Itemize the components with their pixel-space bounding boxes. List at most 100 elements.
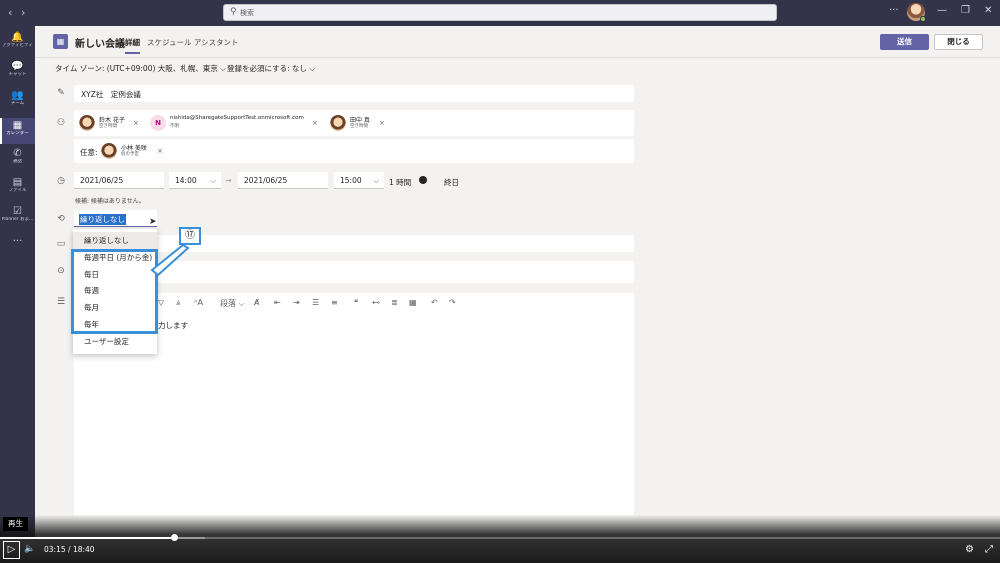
redo-icon[interactable]: ↷ [449, 298, 456, 307]
optional-label: 任意: [80, 148, 98, 157]
settings-gear-icon[interactable]: ⚙ [965, 544, 974, 555]
minimize-button[interactable]: — [937, 5, 947, 16]
search-icon: ⚲ [230, 7, 237, 17]
chevron-down-icon: ⌵ [309, 64, 316, 73]
rail-item-planner[interactable]: ☑ Planner およ... [0, 206, 35, 230]
rail-item-calls[interactable]: ✆ 通話 [0, 148, 35, 172]
highlight-icon[interactable]: ⩓ [176, 298, 181, 308]
numbered-list-icon[interactable]: ≡ [331, 298, 338, 307]
link-icon[interactable]: ⊷ [372, 298, 380, 307]
suggestion-text: 候補: 候補はありません。 [75, 198, 145, 205]
timezone-dropdown[interactable]: タイム ゾーン: (UTC+09:00) 大阪、札幌、東京 ⌵ [55, 63, 226, 74]
arrow-right-icon: → [225, 176, 232, 185]
end-time-field[interactable]: 15:00 ⌵ [334, 172, 384, 189]
avatar [330, 115, 346, 131]
remove-icon[interactable]: × [157, 147, 163, 155]
video-controls [0, 515, 1000, 563]
avatar: N [150, 115, 166, 131]
chat-icon: 💬 [11, 61, 24, 72]
play-tooltip: 再生 [3, 517, 28, 531]
indent-icon[interactable]: ⇥ [293, 298, 300, 307]
all-day-label: 終日 [444, 178, 459, 187]
rail-item-chat[interactable]: 💬 チャット [0, 61, 35, 85]
search-input[interactable]: ⚲ 検索 [223, 4, 777, 21]
paragraph-dropdown[interactable]: 段落 ⌵ [220, 298, 245, 309]
volume-icon[interactable]: 🔈 [24, 544, 35, 554]
attendee-chip[interactable]: 鈴木 花子 空き時間 × [79, 115, 139, 131]
editor-placeholder: 力します [158, 321, 188, 330]
annotation-pointer [150, 243, 190, 277]
planner-icon: ☑ [13, 206, 22, 217]
avatar[interactable] [907, 3, 926, 22]
rail-item-teams[interactable]: 👥 チーム [0, 90, 35, 114]
outdent-icon[interactable]: ⇤ [274, 298, 281, 307]
repeat-dropdown[interactable]: 繰り返しなし [74, 210, 157, 227]
remove-icon[interactable]: × [379, 119, 385, 127]
calendar-icon: ▦ [53, 34, 68, 49]
progress-fill [0, 537, 174, 539]
rail-item-files[interactable]: ▤ ファイル [0, 177, 35, 201]
fullscreen-icon[interactable]: ⤢ [985, 544, 993, 555]
forward-icon[interactable]: › [21, 6, 25, 19]
meeting-header: ▦ 新しい会議 詳細 スケジュール アシスタント 送信 閉じる [35, 26, 1000, 58]
progress-handle[interactable] [171, 534, 178, 541]
channel-icon: ▭ [56, 239, 66, 249]
attendee-chip[interactable]: 小林 美咲 仮の予定 × [101, 143, 171, 159]
clock-icon: ◷ [57, 176, 65, 186]
app-rail: 🔔 アクティビティ 💬 チャット 👥 チーム ▦ カレンダー ✆ 通話 ▤ ファ… [0, 26, 35, 538]
options-bar: タイム ゾーン: (UTC+09:00) 大阪、札幌、東京 ⌵ 登録を必須にする… [35, 58, 1000, 76]
page-title: 新しい会議 [75, 39, 125, 50]
details-icon: ☰ [56, 297, 66, 307]
presence-available-icon [920, 16, 926, 22]
back-icon[interactable]: ‹ [8, 6, 12, 19]
avatar [79, 115, 95, 131]
description-editor[interactable]: ▽ ⩓ ᴬA 段落 ⌵ A̸ ⇤ ⇥ ☰ ≡ ❝ ⊷ ≣ ▦ ↶ ↷ 力します [74, 293, 634, 515]
annotation-highlight-box [71, 249, 158, 334]
remove-icon[interactable]: × [133, 119, 139, 127]
remove-icon[interactable]: × [312, 119, 318, 127]
play-icon: ▷ [7, 544, 16, 555]
table-icon[interactable]: ▦ [409, 298, 417, 307]
location-icon: ⊙ [57, 266, 65, 276]
add-people-icon: ⚇ [56, 118, 66, 128]
attendee-chip[interactable]: 田中 真 空き時間 × [330, 115, 390, 131]
time-display: 03:15 / 18:40 [44, 545, 95, 554]
close-window-button[interactable]: ✕ [984, 5, 992, 16]
play-button[interactable]: ▷ [3, 541, 20, 559]
repeat-icon: ⟲ [57, 214, 65, 224]
format-icon[interactable]: ▽ [158, 298, 164, 307]
clear-format-icon[interactable]: A̸ [254, 298, 259, 307]
all-day-toggle[interactable] [418, 175, 436, 185]
start-time-field[interactable]: 14:00 ⌵ [169, 172, 221, 189]
calendar-icon: ▦ [12, 120, 23, 131]
start-date-field[interactable]: 2021/06/25 [74, 172, 164, 189]
font-size-icon[interactable]: ᴬA [194, 298, 203, 307]
pencil-icon: ✎ [57, 88, 65, 98]
rail-item-more[interactable]: ··· [0, 236, 35, 252]
title-field[interactable]: XYZ社 定例会議 [74, 85, 634, 102]
more-options-icon[interactable]: ··· [889, 5, 899, 16]
end-date-field[interactable]: 2021/06/25 [238, 172, 328, 189]
chevron-down-icon: ⌵ [220, 64, 226, 73]
registration-dropdown[interactable]: 登録を必須にする: なし ⌵ [227, 63, 315, 74]
horizontal-rule-icon[interactable]: ≣ [391, 298, 398, 307]
tab-scheduling-assistant[interactable]: スケジュール アシスタント [147, 37, 239, 48]
close-button[interactable]: 閉じる [934, 34, 983, 50]
bullet-list-icon[interactable]: ☰ [312, 298, 319, 307]
maximize-button[interactable]: ❐ [961, 5, 970, 16]
rail-item-calendar[interactable]: ▦ カレンダー [0, 118, 35, 144]
rail-item-activity[interactable]: 🔔 アクティビティ [0, 32, 35, 56]
tab-details[interactable]: 詳細 [125, 37, 140, 54]
title-bar: ‹ › ⚲ 検索 ··· — ❐ ✕ [0, 0, 1000, 26]
undo-icon[interactable]: ↶ [431, 298, 438, 307]
avatar [101, 143, 117, 159]
quote-icon[interactable]: ❝ [354, 298, 358, 307]
more-icon: ··· [12, 236, 23, 247]
teams-icon: 👥 [11, 90, 24, 101]
chevron-down-icon: ⌵ [373, 176, 379, 185]
send-button[interactable]: 送信 [880, 34, 929, 50]
repeat-option-none[interactable]: 繰り返しなし [73, 232, 157, 249]
chevron-down-icon: ⌵ [210, 176, 216, 185]
repeat-option-custom[interactable]: ユーザー設定 [73, 333, 157, 350]
attendee-chip[interactable]: N nishida@SharegateSupportTest.onmicroso… [150, 115, 325, 131]
